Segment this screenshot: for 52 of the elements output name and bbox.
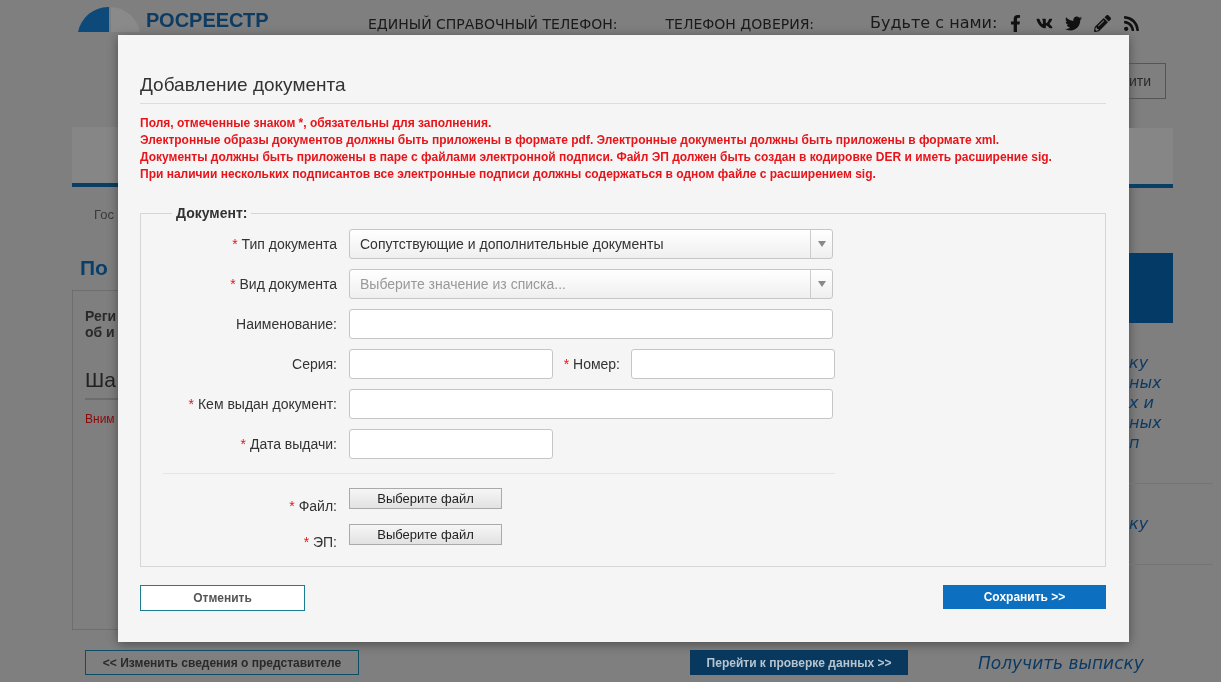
social-label: Будьте с нами: bbox=[870, 13, 998, 32]
sidebar-link-text[interactable]: х и bbox=[1129, 393, 1213, 413]
extract-link[interactable]: Получить выписку bbox=[978, 652, 1144, 673]
input-field[interactable] bbox=[631, 349, 835, 379]
sidebar-link-text[interactable]: ных bbox=[1129, 413, 1213, 433]
field-label: * Дата выдачи: bbox=[239, 436, 337, 452]
choose-file-button[interactable]: Выберите файл bbox=[349, 524, 502, 545]
sidebar-link-text[interactable]: п bbox=[1129, 433, 1213, 453]
sidebar-link-text[interactable]: ных bbox=[1129, 373, 1213, 393]
save-button[interactable]: Сохранить >> bbox=[943, 585, 1106, 609]
pencil-icon[interactable] bbox=[1094, 15, 1112, 32]
input-field[interactable] bbox=[349, 309, 833, 339]
fieldset-legend: Документ: bbox=[172, 205, 252, 221]
field-label: * Кем выдан документ: bbox=[187, 396, 337, 412]
rss-icon[interactable] bbox=[1123, 15, 1141, 32]
input-field[interactable] bbox=[349, 389, 833, 419]
nav-bar bbox=[72, 127, 118, 187]
logo-icon bbox=[78, 7, 140, 32]
field-label: * Тип документа bbox=[231, 236, 337, 252]
notice-text: При наличии нескольких подписантов все электронные подписи должны содержаться в одном файле с расширением sig. bbox=[140, 166, 877, 183]
input-field[interactable] bbox=[349, 429, 553, 459]
notice-text: Поля, отмеченные знаком *, обязательны для заполнения. bbox=[140, 115, 493, 132]
phone-label: ЕДИНЫЙ СПРАВОЧНЫЙ ТЕЛЕФОН: bbox=[368, 16, 618, 32]
header-button[interactable]: ити bbox=[1129, 63, 1166, 99]
field-label: * Файл: bbox=[288, 498, 337, 514]
bird-icon[interactable] bbox=[1065, 15, 1083, 32]
breadcrumb-text: Гос bbox=[94, 207, 115, 222]
nav-bar bbox=[1129, 128, 1173, 188]
section-subheading: об и bbox=[85, 324, 116, 340]
field-label: Наименование: bbox=[235, 316, 337, 332]
page-heading: По bbox=[80, 256, 109, 280]
back-button[interactable]: << Изменить сведения о представителе bbox=[85, 650, 359, 675]
warning-text: Вним bbox=[85, 412, 116, 426]
sidebar-banner bbox=[1129, 253, 1173, 323]
notice-text: Документы должны быть приложены в паре с файлами электронной подписи. Файл ЭП должен быть создан в кодировке DER и иметь расширение sig. bbox=[140, 149, 1053, 166]
logo-text: РОСРЕЕСТР bbox=[146, 9, 270, 32]
input-field[interactable] bbox=[349, 349, 553, 379]
section-subheading: Реги bbox=[85, 308, 118, 324]
field-label: * Вид документа bbox=[229, 276, 337, 292]
sidebar-link-text[interactable]: ку bbox=[1129, 353, 1213, 373]
cancel-button[interactable]: Отменить bbox=[140, 585, 305, 611]
sidebar-link-text[interactable]: ку bbox=[1129, 514, 1213, 534]
choose-file-button[interactable]: Выберите файл bbox=[349, 488, 502, 509]
next-button[interactable]: Перейти к проверке данных >> bbox=[690, 650, 908, 675]
select-field[interactable]: Выберите значение из списка... bbox=[349, 269, 833, 299]
field-label: Серия: bbox=[291, 356, 337, 372]
notice-text: Электронные образы документов должны быть приложены в формате pdf. Электронные документы должны быть приложены в формате xml. bbox=[140, 132, 1001, 149]
select-field[interactable]: Сопутствующие и дополнительные документы bbox=[349, 229, 833, 259]
field-label: * ЭП: bbox=[302, 534, 337, 550]
trust-phone-label: ТЕЛЕФОН ДОВЕРИЯ: bbox=[665, 16, 815, 32]
field-label: * Номер: bbox=[562, 356, 620, 372]
dialog-title: Добавление документа bbox=[140, 65, 1106, 104]
